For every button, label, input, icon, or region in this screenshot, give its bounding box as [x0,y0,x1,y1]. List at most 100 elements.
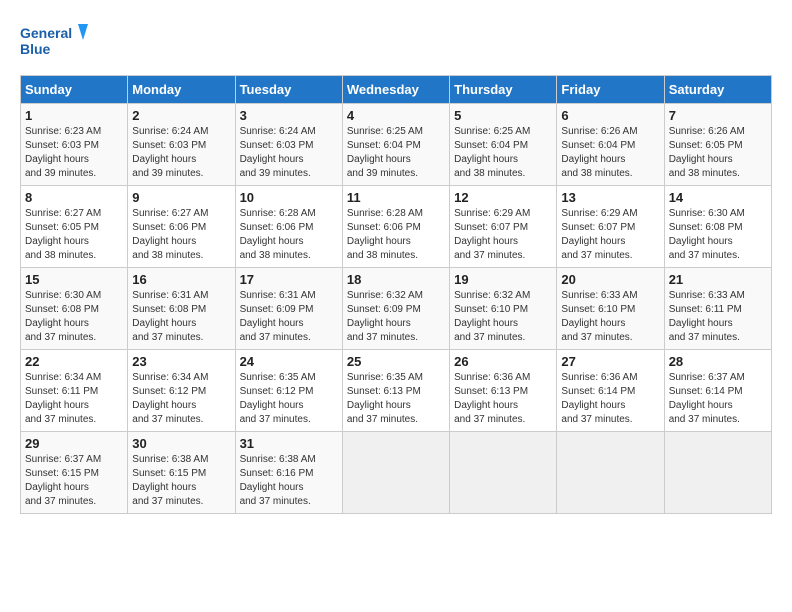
calendar-cell: 2 Sunrise: 6:24 AM Sunset: 6:03 PM Dayli… [128,104,235,186]
day-detail: Sunrise: 6:25 AM Sunset: 6:04 PM Dayligh… [347,125,445,181]
day-detail: Sunrise: 6:35 AM Sunset: 6:12 PM Dayligh… [240,371,338,427]
calendar-cell: 31 Sunrise: 6:38 AM Sunset: 6:16 PM Dayl… [235,432,342,514]
calendar-cell: 24 Sunrise: 6:35 AM Sunset: 6:12 PM Dayl… [235,350,342,432]
day-detail: Sunrise: 6:33 AM Sunset: 6:10 PM Dayligh… [561,289,659,345]
calendar-cell: 6 Sunrise: 6:26 AM Sunset: 6:04 PM Dayli… [557,104,664,186]
day-detail: Sunrise: 6:26 AM Sunset: 6:04 PM Dayligh… [561,125,659,181]
calendar-cell: 9 Sunrise: 6:27 AM Sunset: 6:06 PM Dayli… [128,186,235,268]
day-number: 28 [669,354,767,369]
calendar-cell: 16 Sunrise: 6:31 AM Sunset: 6:08 PM Dayl… [128,268,235,350]
day-detail: Sunrise: 6:23 AM Sunset: 6:03 PM Dayligh… [25,125,123,181]
day-detail: Sunrise: 6:37 AM Sunset: 6:15 PM Dayligh… [25,453,123,509]
day-detail: Sunrise: 6:24 AM Sunset: 6:03 PM Dayligh… [132,125,230,181]
weekday-header: Tuesday [235,76,342,104]
day-number: 27 [561,354,659,369]
calendar-cell: 15 Sunrise: 6:30 AM Sunset: 6:08 PM Dayl… [21,268,128,350]
day-number: 4 [347,108,445,123]
calendar-cell [557,432,664,514]
calendar-cell: 22 Sunrise: 6:34 AM Sunset: 6:11 PM Dayl… [21,350,128,432]
calendar-cell: 19 Sunrise: 6:32 AM Sunset: 6:10 PM Dayl… [450,268,557,350]
day-number: 20 [561,272,659,287]
calendar-cell: 11 Sunrise: 6:28 AM Sunset: 6:06 PM Dayl… [342,186,449,268]
day-number: 1 [25,108,123,123]
day-detail: Sunrise: 6:31 AM Sunset: 6:09 PM Dayligh… [240,289,338,345]
calendar-cell: 5 Sunrise: 6:25 AM Sunset: 6:04 PM Dayli… [450,104,557,186]
calendar-table: SundayMondayTuesdayWednesdayThursdayFrid… [20,75,772,514]
calendar-cell: 23 Sunrise: 6:34 AM Sunset: 6:12 PM Dayl… [128,350,235,432]
calendar-week-row: 1 Sunrise: 6:23 AM Sunset: 6:03 PM Dayli… [21,104,772,186]
calendar-cell: 1 Sunrise: 6:23 AM Sunset: 6:03 PM Dayli… [21,104,128,186]
calendar-cell: 14 Sunrise: 6:30 AM Sunset: 6:08 PM Dayl… [664,186,771,268]
day-number: 2 [132,108,230,123]
calendar-cell [664,432,771,514]
day-number: 17 [240,272,338,287]
calendar-cell: 30 Sunrise: 6:38 AM Sunset: 6:15 PM Dayl… [128,432,235,514]
day-detail: Sunrise: 6:37 AM Sunset: 6:14 PM Dayligh… [669,371,767,427]
day-number: 16 [132,272,230,287]
day-number: 19 [454,272,552,287]
day-detail: Sunrise: 6:32 AM Sunset: 6:10 PM Dayligh… [454,289,552,345]
day-detail: Sunrise: 6:28 AM Sunset: 6:06 PM Dayligh… [347,207,445,263]
calendar-cell: 27 Sunrise: 6:36 AM Sunset: 6:14 PM Dayl… [557,350,664,432]
logo-svg: General Blue [20,20,90,65]
calendar-cell: 3 Sunrise: 6:24 AM Sunset: 6:03 PM Dayli… [235,104,342,186]
day-detail: Sunrise: 6:38 AM Sunset: 6:16 PM Dayligh… [240,453,338,509]
calendar-cell: 4 Sunrise: 6:25 AM Sunset: 6:04 PM Dayli… [342,104,449,186]
day-number: 24 [240,354,338,369]
calendar-week-row: 15 Sunrise: 6:30 AM Sunset: 6:08 PM Dayl… [21,268,772,350]
calendar-cell: 21 Sunrise: 6:33 AM Sunset: 6:11 PM Dayl… [664,268,771,350]
day-detail: Sunrise: 6:30 AM Sunset: 6:08 PM Dayligh… [669,207,767,263]
day-number: 31 [240,436,338,451]
calendar-cell: 29 Sunrise: 6:37 AM Sunset: 6:15 PM Dayl… [21,432,128,514]
day-detail: Sunrise: 6:36 AM Sunset: 6:13 PM Dayligh… [454,371,552,427]
calendar-cell: 13 Sunrise: 6:29 AM Sunset: 6:07 PM Dayl… [557,186,664,268]
day-detail: Sunrise: 6:33 AM Sunset: 6:11 PM Dayligh… [669,289,767,345]
calendar-cell: 26 Sunrise: 6:36 AM Sunset: 6:13 PM Dayl… [450,350,557,432]
day-number: 18 [347,272,445,287]
day-detail: Sunrise: 6:25 AM Sunset: 6:04 PM Dayligh… [454,125,552,181]
day-detail: Sunrise: 6:28 AM Sunset: 6:06 PM Dayligh… [240,207,338,263]
day-detail: Sunrise: 6:27 AM Sunset: 6:06 PM Dayligh… [132,207,230,263]
day-detail: Sunrise: 6:31 AM Sunset: 6:08 PM Dayligh… [132,289,230,345]
day-detail: Sunrise: 6:29 AM Sunset: 6:07 PM Dayligh… [454,207,552,263]
day-number: 11 [347,190,445,205]
day-detail: Sunrise: 6:38 AM Sunset: 6:15 PM Dayligh… [132,453,230,509]
day-number: 30 [132,436,230,451]
calendar-cell: 10 Sunrise: 6:28 AM Sunset: 6:06 PM Dayl… [235,186,342,268]
day-detail: Sunrise: 6:24 AM Sunset: 6:03 PM Dayligh… [240,125,338,181]
calendar-cell [342,432,449,514]
svg-text:General: General [20,25,72,41]
calendar-week-row: 8 Sunrise: 6:27 AM Sunset: 6:05 PM Dayli… [21,186,772,268]
day-detail: Sunrise: 6:35 AM Sunset: 6:13 PM Dayligh… [347,371,445,427]
calendar-cell: 8 Sunrise: 6:27 AM Sunset: 6:05 PM Dayli… [21,186,128,268]
svg-text:Blue: Blue [20,41,51,57]
day-number: 26 [454,354,552,369]
calendar-cell: 25 Sunrise: 6:35 AM Sunset: 6:13 PM Dayl… [342,350,449,432]
day-detail: Sunrise: 6:29 AM Sunset: 6:07 PM Dayligh… [561,207,659,263]
day-number: 22 [25,354,123,369]
day-detail: Sunrise: 6:34 AM Sunset: 6:12 PM Dayligh… [132,371,230,427]
day-number: 10 [240,190,338,205]
calendar-cell [450,432,557,514]
day-number: 12 [454,190,552,205]
day-number: 21 [669,272,767,287]
day-number: 13 [561,190,659,205]
day-number: 7 [669,108,767,123]
day-number: 29 [25,436,123,451]
weekday-header: Sunday [21,76,128,104]
day-number: 25 [347,354,445,369]
weekday-header: Monday [128,76,235,104]
weekday-header: Wednesday [342,76,449,104]
day-number: 8 [25,190,123,205]
calendar-week-row: 22 Sunrise: 6:34 AM Sunset: 6:11 PM Dayl… [21,350,772,432]
day-detail: Sunrise: 6:36 AM Sunset: 6:14 PM Dayligh… [561,371,659,427]
weekday-header: Saturday [664,76,771,104]
day-detail: Sunrise: 6:32 AM Sunset: 6:09 PM Dayligh… [347,289,445,345]
day-detail: Sunrise: 6:34 AM Sunset: 6:11 PM Dayligh… [25,371,123,427]
day-detail: Sunrise: 6:26 AM Sunset: 6:05 PM Dayligh… [669,125,767,181]
day-detail: Sunrise: 6:30 AM Sunset: 6:08 PM Dayligh… [25,289,123,345]
page-header: General Blue [20,20,772,65]
day-detail: Sunrise: 6:27 AM Sunset: 6:05 PM Dayligh… [25,207,123,263]
calendar-header-row: SundayMondayTuesdayWednesdayThursdayFrid… [21,76,772,104]
logo: General Blue [20,20,90,65]
